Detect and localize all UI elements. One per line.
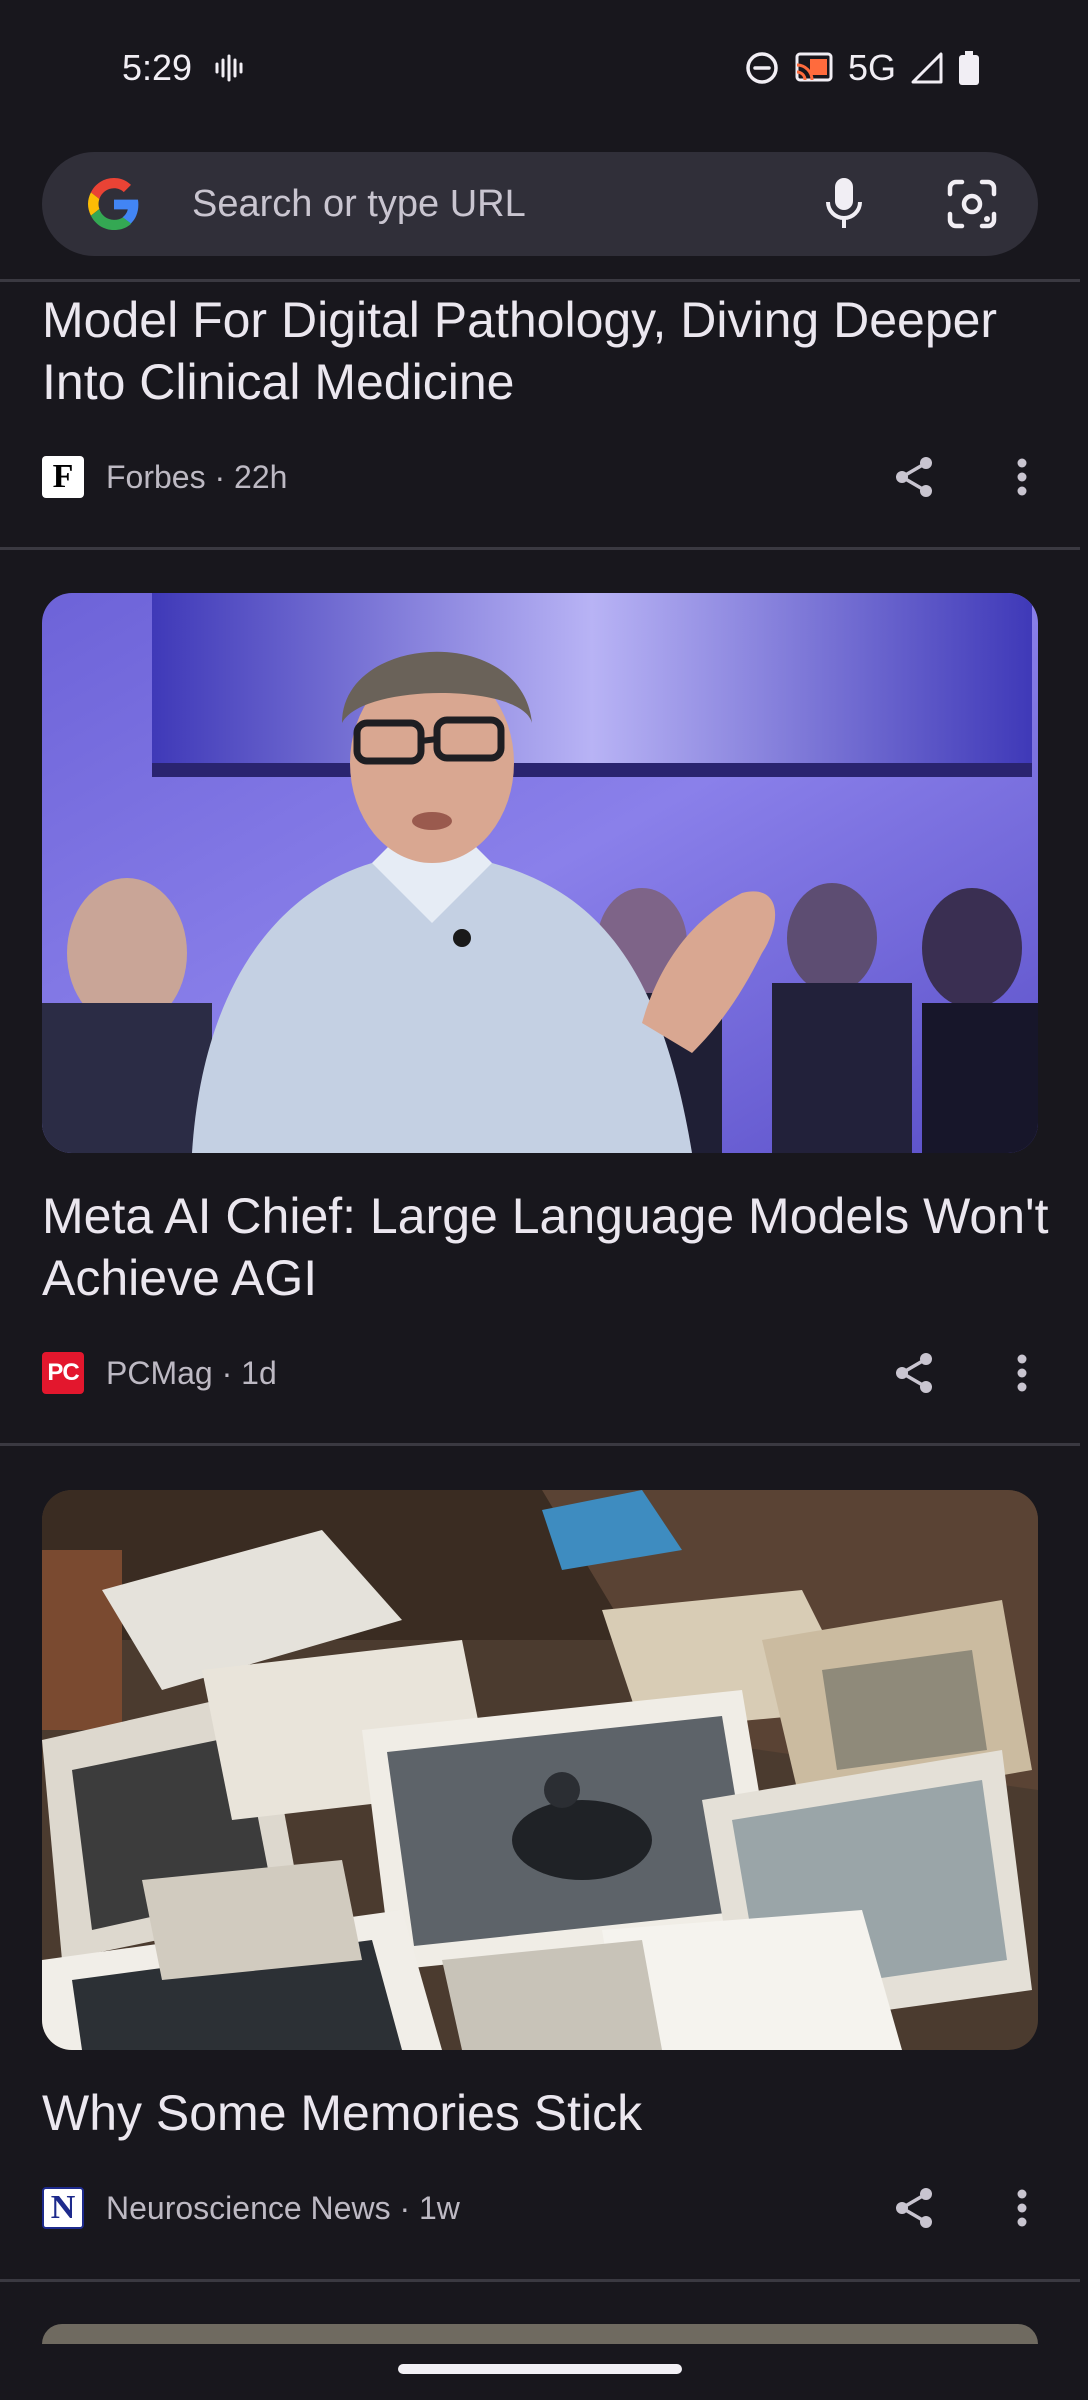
gesture-handle[interactable] (398, 2364, 682, 2374)
article-source[interactable]: Neuroscience News · 1w (106, 2190, 884, 2227)
mic-icon[interactable] (816, 176, 872, 232)
article-meta-row: F Forbes · 22h (42, 447, 1042, 507)
network-type: 5G (847, 47, 896, 88)
article-image-peek[interactable] (42, 2324, 1038, 2344)
article-source[interactable]: Forbes · 22h (106, 459, 884, 496)
battery-icon (958, 50, 980, 86)
article-meta-row: PC PCMag · 1d (42, 1343, 1042, 1403)
neuroscience-news-logo-icon: N (42, 2187, 84, 2229)
article-title[interactable]: Meta AI Chief: Large Language Models Won… (42, 1185, 1052, 1309)
more-options-icon[interactable] (1002, 1343, 1042, 1403)
dnd-icon (744, 50, 780, 86)
search-bar[interactable]: Search or type URL (42, 152, 1038, 256)
pcmag-logo-icon: PC (42, 1352, 84, 1394)
article-image[interactable] (42, 1490, 1038, 2050)
status-right: 5G (744, 47, 980, 89)
article-meta-row: N Neuroscience News · 1w (42, 2178, 1042, 2238)
article-image[interactable] (42, 593, 1038, 1153)
forbes-logo-icon: F (42, 456, 84, 498)
divider (0, 1443, 1080, 1446)
article-title[interactable]: Why Some Memories Stick (42, 2082, 1052, 2144)
share-icon[interactable] (884, 447, 944, 507)
news-feed-page: 5:29 5G Search or type URL Model For Dig… (0, 0, 1088, 2400)
article-title[interactable]: Model For Digital Pathology, Diving Deep… (42, 289, 1052, 413)
signal-icon (910, 51, 944, 85)
more-options-icon[interactable] (1002, 2178, 1042, 2238)
status-bar: 5:29 5G (0, 0, 1088, 136)
share-icon[interactable] (884, 1343, 944, 1403)
vibrate-icon (214, 53, 244, 83)
cast-icon (794, 50, 834, 86)
search-input[interactable]: Search or type URL (192, 183, 816, 226)
divider (0, 279, 1080, 282)
share-icon[interactable] (884, 2178, 944, 2238)
divider (0, 2279, 1080, 2282)
more-options-icon[interactable] (1002, 447, 1042, 507)
clock: 5:29 (122, 47, 193, 88)
article-source[interactable]: PCMag · 1d (106, 1355, 884, 1392)
divider (0, 547, 1080, 550)
status-left: 5:29 (122, 47, 244, 89)
lens-icon[interactable] (944, 176, 1000, 232)
google-logo-icon (88, 178, 140, 230)
